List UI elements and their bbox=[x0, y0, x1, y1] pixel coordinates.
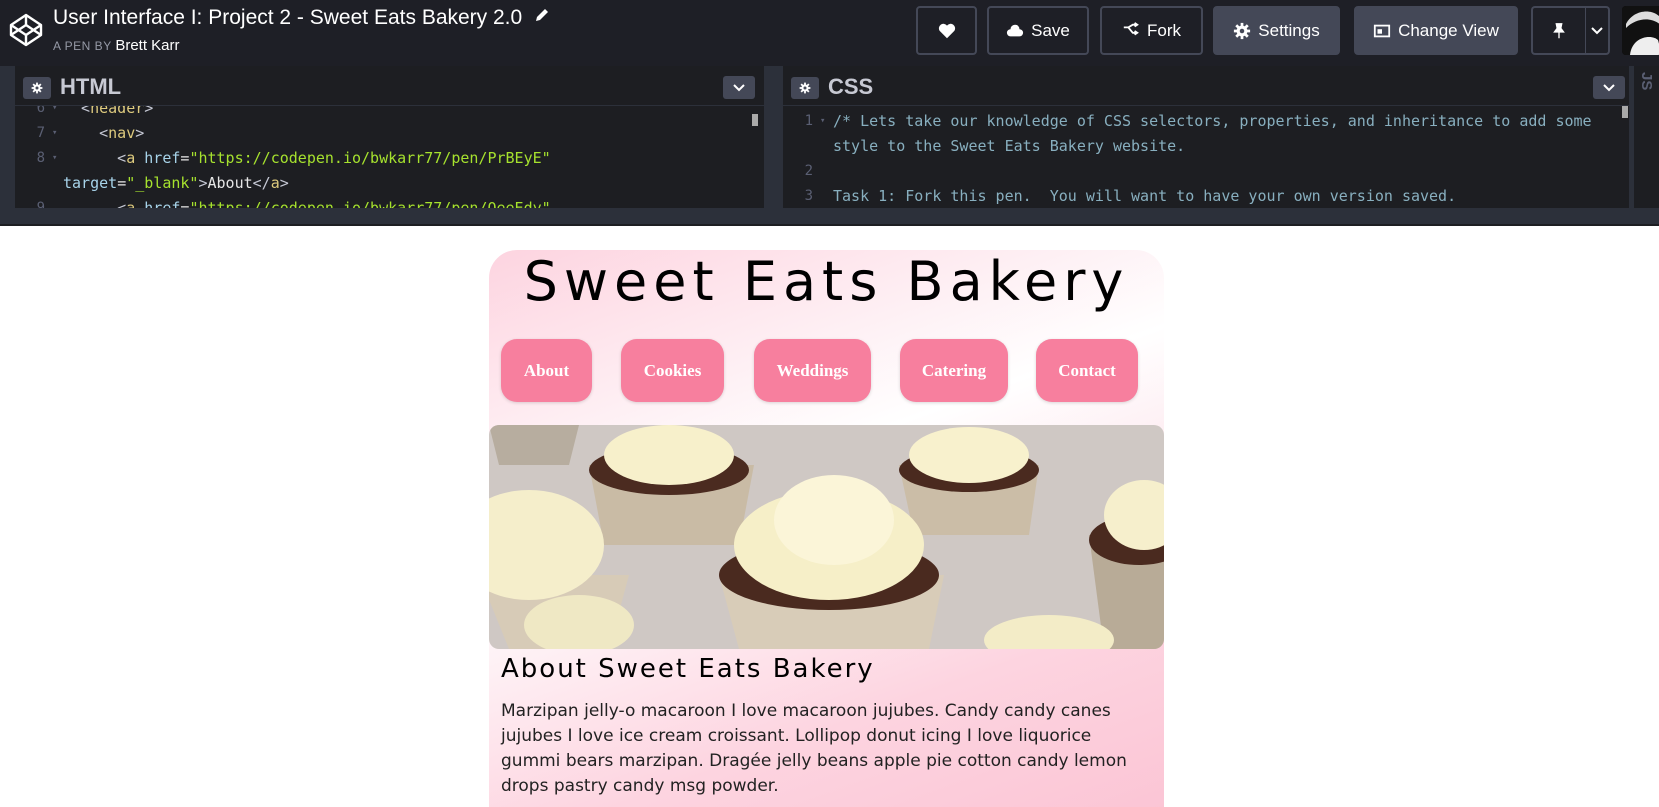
user-avatar[interactable] bbox=[1622, 6, 1659, 55]
line-number: 1 bbox=[804, 113, 813, 129]
about-text: Marzipan jelly-o macaroon I love macaroo… bbox=[501, 701, 1127, 796]
heart-button[interactable] bbox=[916, 6, 977, 55]
html-settings-button[interactable] bbox=[23, 77, 51, 99]
gear-icon bbox=[799, 82, 811, 94]
change-view-label: Change View bbox=[1398, 20, 1499, 40]
settings-button[interactable]: Settings bbox=[1213, 6, 1340, 55]
code-line[interactable]: style to the Sweet Eats Bakery website. bbox=[783, 134, 1629, 159]
line-number: 2 bbox=[804, 163, 813, 179]
preview-area: Sweet Eats Bakery About Cookies Weddings… bbox=[0, 226, 1659, 807]
fold-arrow-icon[interactable]: ▾ bbox=[52, 121, 57, 146]
code-text: <nav> bbox=[63, 124, 145, 142]
code-line[interactable]: 1 ▾ /* Lets take our knowledge of CSS sele… bbox=[783, 109, 1629, 134]
byline: A PEN BY Brett Karr bbox=[53, 37, 550, 54]
chevron-down-icon bbox=[733, 83, 745, 91]
line-number: 6 bbox=[36, 106, 45, 116]
code-text: Task 1: Fork this pen. You will want to … bbox=[833, 187, 1457, 205]
css-pane-header: CSS bbox=[783, 66, 1629, 106]
fold-arrow-icon[interactable]: ▾ bbox=[52, 146, 57, 171]
html-editor-pane: HTML 6 ▾ <header> 7 ▾ <nav> 8 ▾ <a href="http… bbox=[15, 66, 764, 208]
nav-catering[interactable]: Catering bbox=[900, 339, 1008, 402]
top-bar: User Interface I: Project 2 - Sweet Eats… bbox=[0, 0, 1659, 66]
layout-icon bbox=[1373, 24, 1391, 37]
html-collapse-button[interactable] bbox=[723, 76, 755, 99]
code-line[interactable]: 3 Task 1: Fork this pen. You will want to… bbox=[783, 184, 1629, 208]
code-line[interactable]: 9 <a href="https://codepen.io/bwkarr77/p… bbox=[15, 196, 764, 208]
html-pane-title: HTML bbox=[60, 74, 122, 99]
line-number: 3 bbox=[804, 188, 813, 204]
fork-icon bbox=[1123, 21, 1139, 35]
cloud-icon bbox=[1007, 24, 1024, 36]
css-pane-title: CSS bbox=[828, 74, 874, 99]
pen-title-block: User Interface I: Project 2 - Sweet Eats… bbox=[53, 5, 550, 54]
code-text: <a href="https://codepen.io/bwkarr77/pen… bbox=[63, 199, 551, 208]
gear-icon bbox=[1234, 22, 1251, 39]
code-text: style to the Sweet Eats Bakery website. bbox=[833, 137, 1186, 155]
pin-button[interactable] bbox=[1531, 6, 1585, 55]
css-scrollbar[interactable] bbox=[1622, 106, 1628, 118]
code-text: <header> bbox=[63, 106, 154, 117]
settings-label: Settings bbox=[1258, 20, 1320, 40]
code-line[interactable]: target="_blank">About</a> bbox=[15, 171, 764, 196]
resize-divider[interactable] bbox=[0, 208, 1659, 226]
pin-icon bbox=[1553, 22, 1565, 38]
save-button[interactable]: Save bbox=[987, 6, 1089, 55]
code-text: <a href="https://codepen.io/bwkarr77/pen… bbox=[63, 149, 551, 167]
codepen-logo-icon[interactable] bbox=[8, 12, 44, 48]
editor-area: HTML 6 ▾ <header> 7 ▾ <nav> 8 ▾ <a href="http… bbox=[0, 66, 1659, 210]
code-line[interactable]: 6 ▾ <header> bbox=[15, 106, 764, 121]
fold-arrow-icon[interactable]: ▾ bbox=[52, 106, 57, 121]
chevron-down-icon bbox=[1603, 83, 1615, 91]
pin-menu-button[interactable] bbox=[1585, 6, 1610, 55]
avatar-image bbox=[1622, 6, 1659, 55]
line-number: 8 bbox=[36, 150, 45, 166]
css-collapse-button[interactable] bbox=[1593, 76, 1625, 99]
heart-icon bbox=[938, 23, 955, 38]
change-view-button[interactable]: Change View bbox=[1354, 6, 1518, 55]
code-line[interactable]: 2 bbox=[783, 159, 1629, 184]
css-editor-pane: CSS 1 ▾ /* Lets take our knowledge of CSS … bbox=[783, 66, 1629, 208]
code-text: target="_blank">About</a> bbox=[63, 174, 289, 192]
fork-button[interactable]: Fork bbox=[1100, 6, 1203, 55]
nav-weddings[interactable]: Weddings bbox=[754, 339, 871, 402]
css-settings-button[interactable] bbox=[791, 77, 819, 99]
nav-about[interactable]: About bbox=[501, 339, 592, 402]
fold-arrow-icon[interactable]: ▾ bbox=[820, 109, 825, 134]
code-text: /* Lets take our knowledge of CSS select… bbox=[833, 112, 1592, 130]
byline-prefix: A PEN BY bbox=[53, 39, 112, 53]
css-code-area[interactable]: 1 ▾ /* Lets take our knowledge of CSS sele… bbox=[783, 106, 1629, 208]
js-editor-collapsed[interactable]: JS bbox=[1634, 66, 1659, 208]
code-line[interactable]: 8 ▾ <a href="https://codepen.io/bwkarr77/… bbox=[15, 146, 764, 171]
html-scrollbar[interactable] bbox=[752, 114, 758, 126]
pencil-icon[interactable] bbox=[534, 7, 550, 23]
html-code-area[interactable]: 6 ▾ <header> 7 ▾ <nav> 8 ▾ <a href="https://c… bbox=[15, 106, 764, 208]
line-number: 9 bbox=[36, 200, 45, 208]
site-title: Sweet Eats Bakery bbox=[523, 250, 1130, 313]
bakery-site-card: Sweet Eats Bakery About Cookies Weddings… bbox=[489, 250, 1164, 807]
nav-contact[interactable]: Contact bbox=[1036, 339, 1138, 402]
line-number: 7 bbox=[36, 125, 45, 141]
code-line[interactable]: 7 ▾ <nav> bbox=[15, 121, 764, 146]
author-link[interactable]: Brett Karr bbox=[115, 37, 179, 54]
hero-cupcakes-image bbox=[489, 425, 1164, 649]
html-pane-header: HTML bbox=[15, 66, 764, 106]
nav-cookies[interactable]: Cookies bbox=[621, 339, 724, 402]
save-label: Save bbox=[1031, 20, 1070, 40]
pen-title[interactable]: User Interface I: Project 2 - Sweet Eats… bbox=[53, 6, 522, 29]
gear-icon bbox=[31, 82, 43, 94]
about-heading: About Sweet Eats Bakery bbox=[501, 654, 875, 684]
js-pane-title: JS bbox=[1638, 72, 1655, 91]
chevron-down-icon bbox=[1591, 26, 1603, 34]
fork-label: Fork bbox=[1147, 20, 1181, 40]
